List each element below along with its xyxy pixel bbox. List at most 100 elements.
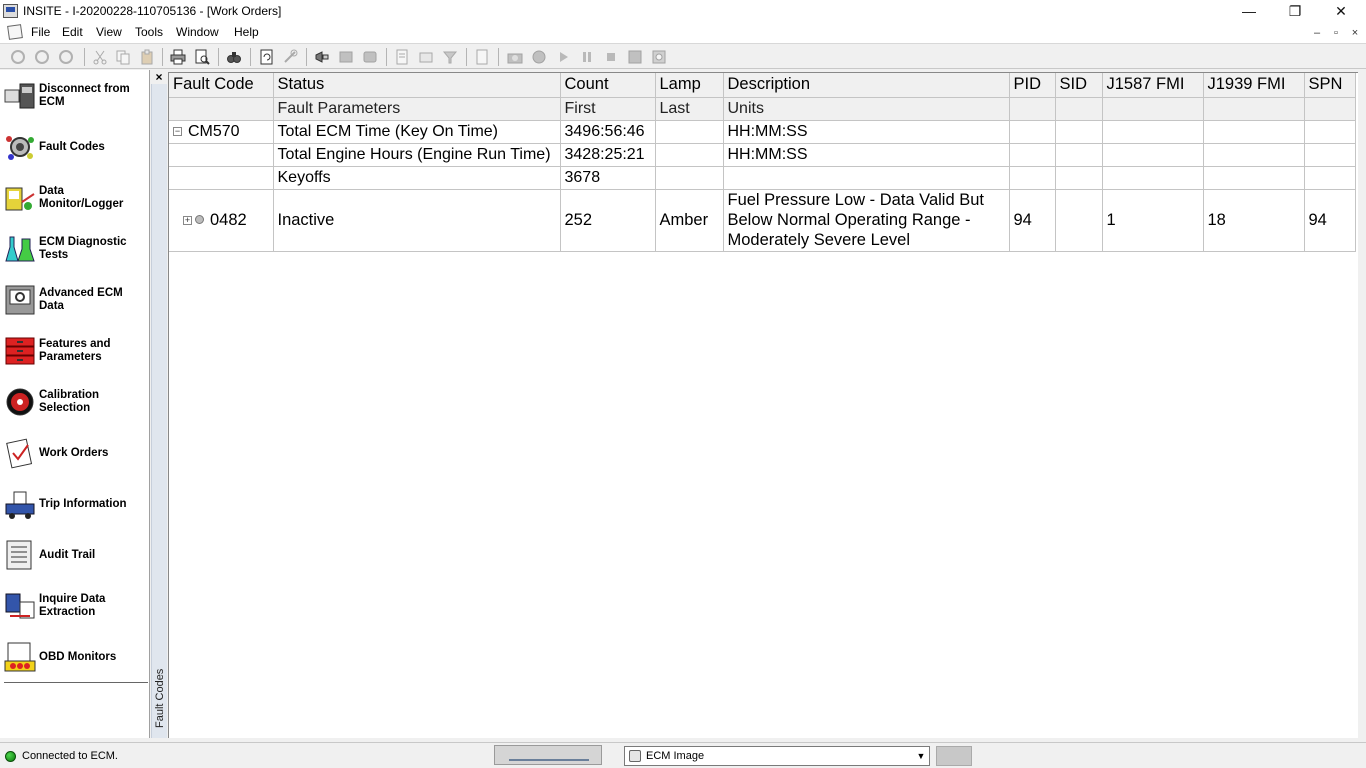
announce-icon[interactable] <box>314 49 330 65</box>
sidebar-item-ecm-diagnostic-tests[interactable]: ECM Diagnostic Tests <box>4 227 148 271</box>
menu-help[interactable]: Help <box>234 25 259 39</box>
fault-sid <box>1055 189 1103 252</box>
tool-icon[interactable] <box>282 49 298 65</box>
subcol-empty <box>1102 97 1204 121</box>
chevron-down-icon[interactable]: ▼ <box>913 747 929 765</box>
col-sid[interactable]: SID <box>1055 73 1103 98</box>
menu-file[interactable]: File <box>31 25 50 39</box>
fault-j1939-fmi: 18 <box>1203 189 1305 252</box>
pause-icon[interactable] <box>579 49 595 65</box>
fault-spn: 94 <box>1304 189 1356 252</box>
sidebar-item-label: OBD Monitors <box>39 650 117 663</box>
fault-code-cell: +0482 <box>169 189 274 252</box>
cable-icon <box>509 759 589 761</box>
ecm-image-select[interactable]: ECM Image ▼ <box>624 746 930 766</box>
subcol-last[interactable]: Last <box>655 97 724 121</box>
expand-icon[interactable]: + <box>183 215 192 225</box>
snapshot-icon[interactable] <box>627 49 643 65</box>
sidebar-item-label: Fault Codes <box>39 140 105 153</box>
calibration-icon <box>4 386 36 418</box>
table-row[interactable]: Keyoffs 3678 <box>169 166 1356 190</box>
col-j1939-fmi[interactable]: J1939 FMI <box>1203 73 1305 98</box>
title-bar: INSITE - I-20200228-110705136 - [Work Or… <box>0 0 1366 22</box>
tab-fault-codes-vertical[interactable]: Fault Codes <box>151 84 167 738</box>
disconnect-alt-icon[interactable] <box>58 49 74 65</box>
filter-icon[interactable] <box>442 49 458 65</box>
sidebar-item-disconnect[interactable]: Disconnect from ECM <box>4 74 148 118</box>
settings-icon[interactable] <box>651 49 667 65</box>
find-icon[interactable] <box>226 49 242 65</box>
play-icon[interactable] <box>555 49 571 65</box>
sidebar-item-trip-information[interactable]: Trip Information <box>4 482 148 526</box>
connect-alt-icon[interactable] <box>34 49 50 65</box>
sidebar-item-fault-codes[interactable]: Fault Codes <box>4 125 148 169</box>
param-first: 3496:56:46 <box>560 120 656 144</box>
export-icon[interactable] <box>418 49 434 65</box>
col-pid[interactable]: PID <box>1009 73 1056 98</box>
collapse-icon[interactable]: − <box>173 126 182 136</box>
minimize-button[interactable]: — <box>1226 0 1272 22</box>
sidebar-item-audit-trail[interactable]: Audit Trail <box>4 533 148 577</box>
cut-icon[interactable] <box>92 49 108 65</box>
mdi-minimize-button[interactable]: – <box>1308 25 1326 41</box>
group-cell: − CM570 <box>169 120 274 144</box>
close-sidebar-icon[interactable]: × <box>153 70 165 84</box>
camera-icon[interactable] <box>507 49 523 65</box>
restore-button[interactable]: ❐ <box>1272 0 1318 22</box>
copy-icon[interactable] <box>115 49 131 65</box>
stop-icon[interactable] <box>603 49 619 65</box>
page-icon[interactable] <box>474 49 490 65</box>
calibration-tool-icon[interactable] <box>338 49 354 65</box>
sidebar-item-inquire-data-extraction[interactable]: Inquire Data Extraction <box>4 584 148 628</box>
sidebar-item-features-parameters[interactable]: Features and Parameters <box>4 329 148 373</box>
menu-edit[interactable]: Edit <box>62 25 83 39</box>
col-lamp[interactable]: Lamp <box>655 73 724 98</box>
sidebar-item-obd-monitors[interactable]: OBD Monitors <box>4 635 148 679</box>
obd-icon <box>4 641 36 673</box>
mdi-close-button[interactable]: × <box>1346 25 1364 41</box>
print-icon[interactable] <box>170 49 186 65</box>
col-spn[interactable]: SPN <box>1304 73 1356 98</box>
subcol-first[interactable]: First <box>560 97 656 121</box>
menu-tools[interactable]: Tools <box>135 25 163 39</box>
sidebar-item-advanced-ecm-data[interactable]: Advanced ECM Data <box>4 278 148 322</box>
connect-icon[interactable] <box>10 49 26 65</box>
col-count[interactable]: Count <box>560 73 656 98</box>
paste-icon[interactable] <box>139 49 155 65</box>
subcol-fault-parameters[interactable]: Fault Parameters <box>273 97 561 121</box>
col-j1587-fmi[interactable]: J1587 FMI <box>1102 73 1204 98</box>
sidebar-item-calibration-selection[interactable]: Calibration Selection <box>4 380 148 424</box>
table-row[interactable]: Total Engine Hours (Engine Run Time) 342… <box>169 143 1356 167</box>
mdi-restore-button[interactable]: ▫ <box>1327 25 1345 41</box>
col-description[interactable]: Description <box>723 73 1010 98</box>
ecm-image-icon[interactable] <box>362 49 378 65</box>
col-status[interactable]: Status <box>273 73 561 98</box>
close-button[interactable]: ✕ <box>1318 0 1364 22</box>
fault-code-grid: Fault Code Status Count Lamp Description… <box>168 72 1358 738</box>
sidebar-item-data-monitor[interactable]: Data Monitor/Logger <box>4 176 148 220</box>
fault-code: 0482 <box>210 210 247 229</box>
col-fault-code[interactable]: Fault Code <box>169 73 274 98</box>
toolbar-separator <box>250 48 251 66</box>
toolbar-separator <box>84 48 85 66</box>
param-units: HH:MM:SS <box>723 120 1010 144</box>
menu-window[interactable]: Window <box>176 25 219 39</box>
refresh-icon[interactable] <box>259 49 275 65</box>
fault-row[interactable]: +0482 Inactive 252 Amber Fuel Pressure L… <box>169 189 1356 252</box>
subcol-empty <box>1203 97 1305 121</box>
sidebar-divider <box>4 682 148 683</box>
print-preview-icon[interactable] <box>194 49 210 65</box>
app-icon <box>3 4 18 18</box>
report-icon[interactable] <box>394 49 410 65</box>
sidebar-item-work-orders[interactable]: Work Orders <box>4 431 148 475</box>
menu-view[interactable]: View <box>96 25 122 39</box>
table-row[interactable]: − CM570 Total ECM Time (Key On Time) 3496… <box>169 120 1356 144</box>
disconnect-icon <box>4 80 36 112</box>
param-last <box>655 120 724 144</box>
record-icon[interactable] <box>531 49 547 65</box>
lamp-status-icon <box>195 214 204 224</box>
fault-pid: 94 <box>1009 189 1056 252</box>
subcol-units[interactable]: Units <box>723 97 1010 121</box>
toolbar-separator <box>466 48 467 66</box>
document-icon[interactable] <box>7 24 23 40</box>
